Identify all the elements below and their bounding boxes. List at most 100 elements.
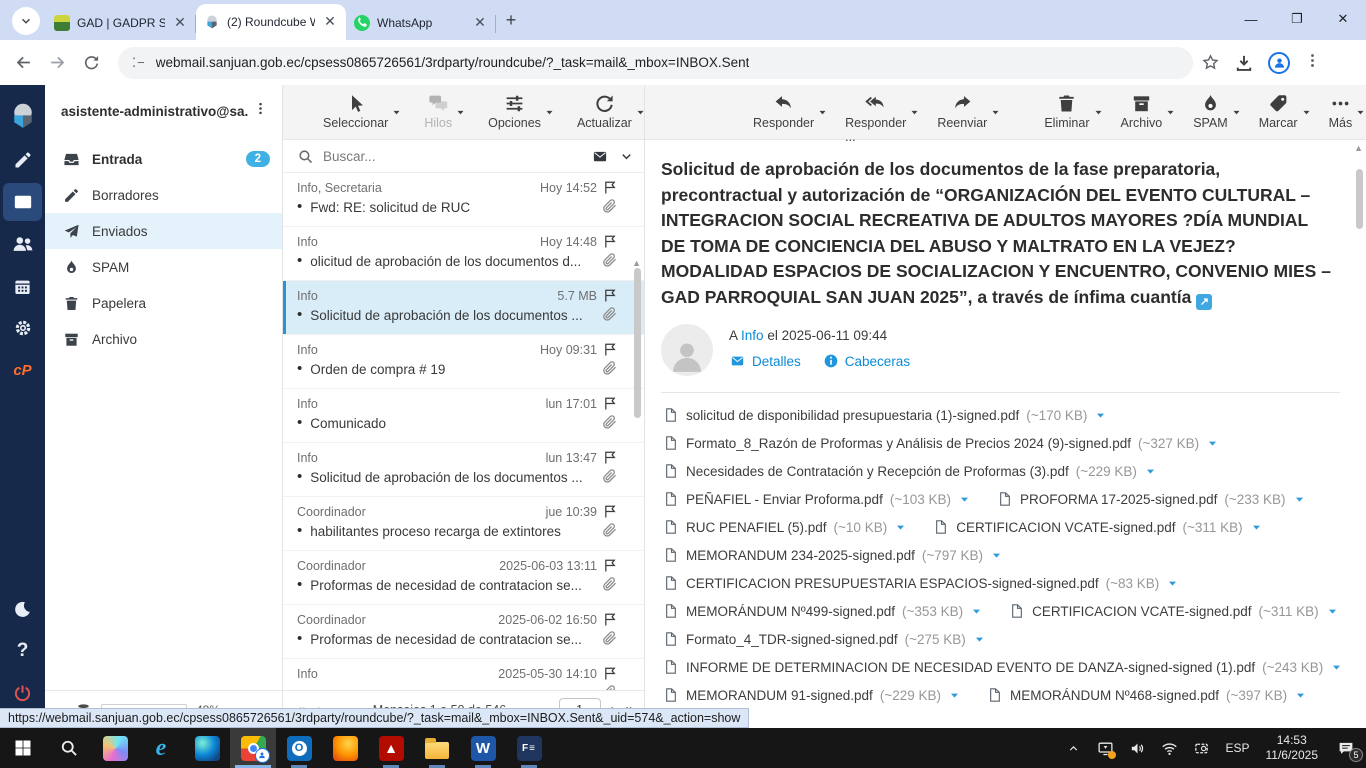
attachment-name[interactable]: MEMORÁNDUM Nº499-signed.pdf [686, 604, 895, 619]
scroll-up-icon[interactable]: ▲ [1354, 143, 1363, 153]
attachment-name[interactable]: MEMORÁNDUM Nº468-signed.pdf [1010, 688, 1219, 703]
toolbar-button[interactable]: Actualizar [577, 93, 632, 130]
address-bar[interactable]: ⁚− webmail.sanjuan.gob.ec/cpsess08657265… [118, 46, 1193, 79]
view-scrollbar[interactable]: ▲ [1354, 143, 1365, 717]
search-input[interactable]: Buscar... [323, 149, 581, 164]
rail-compose-button[interactable] [0, 139, 45, 181]
message-row[interactable]: Info lun 13:47 • Solicitud de aprobación… [283, 443, 644, 497]
attachment-name[interactable]: CERTIFICACION VCATE-signed.pdf [1032, 604, 1251, 619]
rail-contacts-button[interactable] [0, 223, 45, 265]
attachment-menu-caret-icon[interactable] [958, 493, 971, 506]
refresh-button[interactable] [74, 46, 108, 80]
attachment-item[interactable]: INFORME DE DETERMINACION DE NECESIDAD EV… [663, 658, 1343, 676]
attachment-name[interactable]: MEMORANDUM 234-2025-signed.pdf [686, 548, 915, 563]
attachment-item[interactable]: MEMORANDUM 234-2025-signed.pdf (~797 KB) [663, 546, 1003, 564]
attachment-name[interactable]: MEMORANDUM 91-signed.pdf [686, 688, 873, 703]
headers-toggle[interactable]: Cabeceras [823, 353, 910, 369]
rail-settings-button[interactable] [0, 307, 45, 349]
notification-center-icon[interactable]: 5 [1326, 728, 1366, 768]
attachment-name[interactable]: PEÑAFIEL - Enviar Proforma.pdf [686, 492, 883, 507]
dropdown-caret-icon[interactable] [1231, 107, 1242, 118]
tab-search-button[interactable] [12, 7, 40, 35]
message-row[interactable]: Coordinador 2025-06-02 16:50 • Proformas… [283, 605, 644, 659]
attachment-menu-caret-icon[interactable] [970, 605, 983, 618]
copilot-icon[interactable] [92, 728, 138, 768]
attachment-item[interactable]: PEÑAFIEL - Enviar Proforma.pdf (~103 KB) [663, 490, 971, 508]
attachment-item[interactable]: solicitud de disponibilidad presupuestar… [663, 406, 1107, 424]
folder-item[interactable]: Archivo [45, 321, 282, 357]
downloads-icon[interactable] [1234, 53, 1254, 73]
attachment-menu-caret-icon[interactable] [894, 521, 907, 534]
dropdown-caret-icon[interactable] [544, 107, 555, 118]
attachment-menu-caret-icon[interactable] [1094, 409, 1107, 422]
site-info-icon[interactable]: ⁚− [132, 55, 146, 71]
details-toggle[interactable]: Detalles [729, 354, 801, 369]
flag-icon[interactable] [603, 504, 618, 519]
file-explorer-icon[interactable] [414, 728, 460, 768]
attachment-name[interactable]: INFORME DE DETERMINACION DE NECESIDAD EV… [686, 660, 1255, 675]
toolbar-button[interactable]: Opciones [488, 93, 541, 130]
start-button[interactable] [0, 728, 46, 768]
toolbar-button[interactable]: Responder [753, 93, 814, 130]
attachment-name[interactable]: solicitud de disponibilidad presupuestar… [686, 408, 1019, 423]
taskbar-search-button[interactable] [46, 728, 92, 768]
attachment-menu-caret-icon[interactable] [1326, 605, 1339, 618]
recipient-link[interactable]: Info [741, 328, 764, 343]
focus-assist-icon[interactable] [1185, 728, 1217, 768]
clock[interactable]: 14:53 11/6/2025 [1258, 733, 1327, 763]
attachment-item[interactable]: MEMORÁNDUM Nº468-signed.pdf (~397 KB) [987, 686, 1307, 704]
volume-icon[interactable] [1121, 728, 1153, 768]
close-button[interactable]: ✕ [1320, 0, 1366, 38]
attachment-name[interactable]: CERTIFICACION PRESUPUESTARIA ESPACIOS-si… [686, 576, 1099, 591]
browser-tab[interactable]: WhatsApp ✕ [346, 6, 496, 40]
maximize-button[interactable]: ❐ [1274, 0, 1320, 38]
url-text[interactable]: webmail.sanjuan.gob.ec/cpsess0865726561/… [156, 55, 750, 70]
bookmark-star-icon[interactable] [1201, 53, 1220, 72]
toolbar-button[interactable]: Eliminar [1044, 93, 1090, 130]
toolbar-button[interactable]: Reenviar [937, 93, 987, 130]
toolbar-button[interactable]: Archivo [1121, 93, 1162, 130]
attachment-name[interactable]: RUC PENAFIEL (5).pdf [686, 520, 827, 535]
message-row[interactable]: Info Hoy 09:31 • Orden de compra # 19 [283, 335, 644, 389]
toolbar-button[interactable]: Hilos [424, 93, 452, 130]
attachment-item[interactable]: MEMORANDUM 91-signed.pdf (~229 KB) [663, 686, 961, 704]
scroll-up-icon[interactable]: ▲ [632, 258, 641, 268]
attachment-name[interactable]: Necesidades de Contratación y Recepción … [686, 464, 1069, 479]
dropdown-caret-icon[interactable] [1165, 107, 1176, 118]
flag-icon[interactable] [603, 288, 618, 303]
flag-icon[interactable] [603, 450, 618, 465]
list-scrollbar[interactable]: ▲ ▼ [632, 258, 643, 766]
browser-tab[interactable]: (2) Roundcube Webmail :: Envia ✕ [196, 4, 346, 40]
tab-close-icon[interactable]: ✕ [472, 15, 488, 31]
back-button[interactable] [6, 46, 40, 80]
tab-close-icon[interactable]: ✕ [172, 15, 188, 31]
attachment-menu-caret-icon[interactable] [1250, 521, 1263, 534]
search-bar[interactable]: Buscar... [283, 140, 644, 173]
attachment-menu-caret-icon[interactable] [1206, 437, 1219, 450]
message-row[interactable]: Info, Secretaria Hoy 14:52 • Fwd: RE: so… [283, 173, 644, 227]
dropdown-caret-icon[interactable] [1301, 107, 1312, 118]
rail-mail-button[interactable] [3, 183, 42, 221]
external-link-icon[interactable]: ↗ [1196, 294, 1213, 311]
attachment-item[interactable]: Formato_8_Razón de Proformas y Análisis … [663, 434, 1219, 452]
forward-button[interactable] [40, 46, 74, 80]
attachment-name[interactable]: Formato_8_Razón de Proformas y Análisis … [686, 436, 1131, 451]
minimize-button[interactable]: — [1228, 0, 1274, 38]
attachment-item[interactable]: CERTIFICACION VCATE-signed.pdf (~311 KB) [1009, 602, 1338, 620]
message-row[interactable]: Coordinador jue 10:39 • habilitantes pro… [283, 497, 644, 551]
word-icon[interactable]: W [460, 728, 506, 768]
attachment-menu-caret-icon[interactable] [1166, 577, 1179, 590]
folder-item[interactable]: Enviados [45, 213, 282, 249]
search-options-chevron-icon[interactable] [619, 149, 634, 164]
attachment-name[interactable]: PROFORMA 17-2025-signed.pdf [1020, 492, 1217, 507]
flag-icon[interactable] [603, 396, 618, 411]
flag-icon[interactable] [603, 342, 618, 357]
attachment-menu-caret-icon[interactable] [1294, 689, 1307, 702]
attachment-menu-caret-icon[interactable] [1293, 493, 1306, 506]
account-menu-icon[interactable] [249, 101, 272, 121]
message-row[interactable]: Info lun 17:01 • Comunicado [283, 389, 644, 443]
dropdown-caret-icon[interactable] [455, 107, 466, 118]
attachment-item[interactable]: PROFORMA 17-2025-signed.pdf (~233 KB) [997, 490, 1306, 508]
attachment-menu-caret-icon[interactable] [1144, 465, 1157, 478]
attachment-name[interactable]: Formato_4_TDR-signed-signed.pdf [686, 632, 898, 647]
